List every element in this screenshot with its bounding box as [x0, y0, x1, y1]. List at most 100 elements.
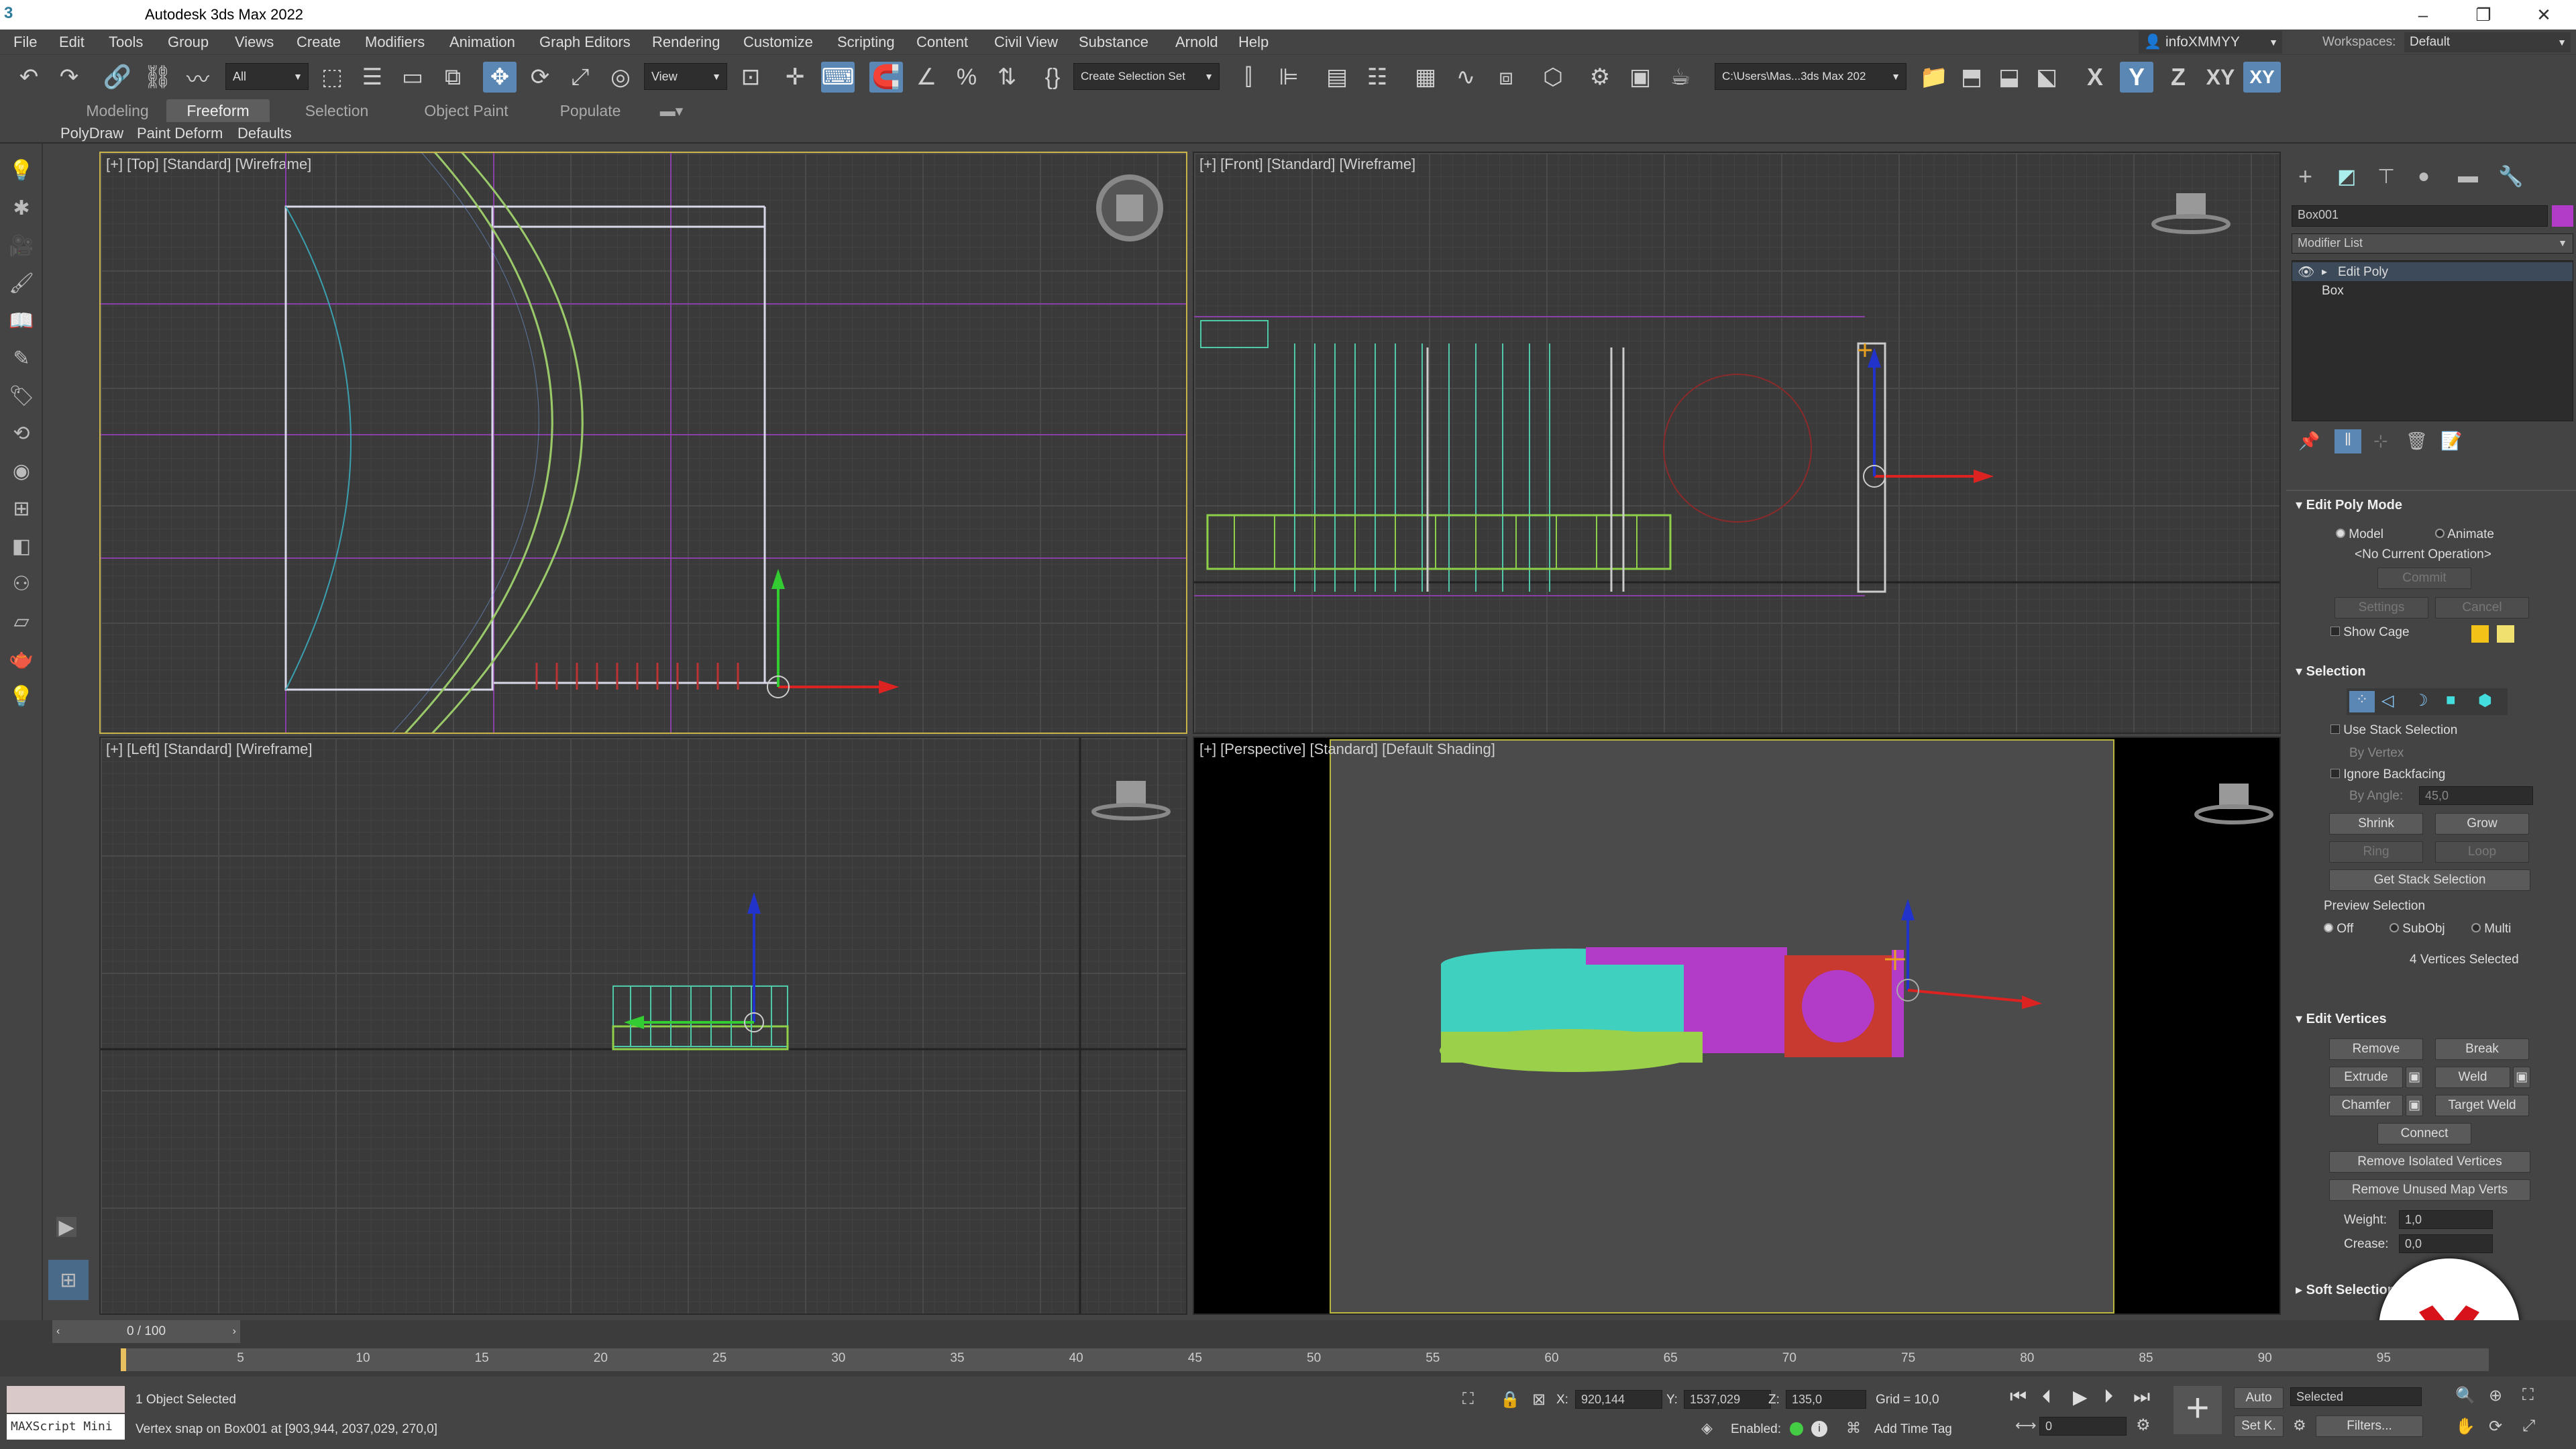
object-color-swatch[interactable] — [2552, 205, 2573, 227]
chevron-left-icon[interactable]: ‹ — [56, 1320, 60, 1343]
bind-spacewarp-icon[interactable]: 〰 — [181, 62, 215, 93]
tab-object-paint[interactable]: Object Paint — [409, 99, 523, 122]
show-end-result-icon[interactable]: ‖ — [2334, 429, 2361, 453]
menu-content[interactable]: Content — [916, 30, 968, 55]
menu-arnold[interactable]: Arnold — [1175, 30, 1218, 55]
camera-icon[interactable]: 🎥 — [5, 229, 38, 262]
rectangular-selection-icon[interactable]: ▭ — [396, 62, 429, 93]
remove-button[interactable]: Remove — [2329, 1038, 2423, 1060]
extrude-settings-icon[interactable]: ▣ — [2406, 1067, 2423, 1088]
layer-explorer-icon[interactable]: ☷ — [1360, 62, 1394, 93]
time-marker[interactable] — [121, 1348, 126, 1371]
angle-spinner[interactable]: 45,0 — [2419, 786, 2533, 805]
modify-tab-icon[interactable]: ◩ — [2337, 165, 2356, 189]
animate-radio[interactable]: Animate — [2435, 527, 2494, 542]
polygon-mode-icon[interactable]: ■ — [2446, 691, 2456, 710]
remove-isolated-vertices-button[interactable]: Remove Isolated Vertices — [2329, 1151, 2530, 1173]
axis-z-button[interactable]: Z — [2161, 62, 2195, 93]
maxscript-mini-input[interactable]: MAXScript Mini — [7, 1414, 125, 1440]
extrude-button[interactable]: Extrude — [2329, 1067, 2403, 1088]
time-configuration-icon[interactable]: ⚙ — [2136, 1415, 2151, 1435]
maximize-viewport-icon[interactable]: ⤢ — [2522, 1417, 2535, 1436]
workspace-dropdown[interactable]: Default ▼ — [2404, 32, 2571, 52]
cage-color-swatch[interactable] — [2471, 625, 2489, 643]
menu-substance[interactable]: Substance — [1079, 30, 1148, 55]
add-time-tag-button[interactable]: Add Time Tag — [1874, 1422, 1952, 1437]
x-coordinate-field[interactable]: 920,144 — [1575, 1390, 1662, 1409]
go-to-start-icon[interactable]: ⏮ — [2010, 1386, 2027, 1408]
user-account-dropdown[interactable]: 👤 infoXMMYY ▼ — [2139, 31, 2282, 54]
teapot-icon[interactable]: 🫖 — [5, 643, 38, 675]
ribbon-options-icon[interactable]: ▬▾ — [655, 99, 688, 122]
get-stack-selection-button[interactable]: Get Stack Selection — [2329, 869, 2530, 891]
preview-subobj-radio[interactable]: SubObj — [2390, 922, 2445, 936]
break-button[interactable]: Break — [2435, 1038, 2529, 1060]
stack-item-box[interactable]: Box — [2322, 284, 2344, 299]
enabled-status-dot[interactable] — [1790, 1422, 1803, 1436]
viewport-front[interactable]: [+] [Front] [Standard] [Wireframe] — [1193, 152, 2281, 734]
adaptive-degradation-icon[interactable]: ◈ — [1701, 1419, 1713, 1437]
menu-file[interactable]: File — [13, 30, 37, 55]
angle-snap-icon[interactable]: ∠ — [910, 62, 943, 93]
menu-rendering[interactable]: Rendering — [652, 30, 720, 55]
settings-button[interactable]: Settings — [2334, 597, 2428, 619]
axis-xy-button[interactable]: XY — [2202, 62, 2239, 93]
weight-spinner[interactable]: 1,0 — [2399, 1210, 2493, 1229]
axis-xy-cycle-button[interactable]: XY — [2243, 62, 2281, 93]
percent-snap-icon[interactable]: % — [950, 62, 983, 93]
element-mode-icon[interactable]: ⬢ — [2478, 691, 2492, 710]
remove-modifier-icon[interactable]: 🗑 — [2406, 431, 2428, 451]
group-icon[interactable]: ⚇ — [5, 568, 38, 600]
grow-button[interactable]: Grow — [2435, 813, 2529, 835]
paint-icon[interactable]: 🖌 — [5, 267, 38, 299]
expand-arrow-icon[interactable]: ▸ — [2322, 265, 2327, 278]
named-selection-sets-dropdown[interactable]: Create Selection Set ▼ — [1073, 63, 1220, 90]
rendered-frame-window-icon[interactable]: ▣ — [1623, 62, 1657, 93]
pan-view-icon[interactable]: ✋ — [2455, 1417, 2475, 1436]
menu-customize[interactable]: Customize — [743, 30, 813, 55]
previous-frame-icon[interactable]: ⏴ — [2042, 1386, 2051, 1408]
hierarchy-tab-icon[interactable]: ⊤ — [2377, 165, 2395, 189]
restore-icon[interactable]: ❐ — [2455, 0, 2512, 30]
play-icon[interactable]: ▶ — [2073, 1386, 2088, 1408]
shrink-button[interactable]: Shrink — [2329, 813, 2423, 835]
layer-select-icon[interactable]: ⬕ — [2030, 62, 2063, 93]
link-icon[interactable]: 🔗 — [101, 62, 134, 93]
remove-unused-map-verts-button[interactable]: Remove Unused Map Verts — [2329, 1179, 2530, 1201]
key-mode-icon[interactable]: ⟷ — [2015, 1417, 2037, 1434]
project-folder-icon[interactable]: 📁 — [1917, 62, 1951, 93]
selection-header[interactable]: ▾ Selection — [2296, 663, 2366, 680]
cage-selected-color-swatch[interactable] — [2497, 625, 2514, 643]
rotate-view-icon[interactable]: ⟲ — [5, 417, 38, 449]
maxscript-listener-top[interactable] — [7, 1386, 125, 1413]
cancel-button[interactable]: Cancel — [2435, 597, 2529, 619]
set-key-button[interactable]: Set K. — [2234, 1415, 2284, 1437]
chamfer-settings-icon[interactable]: ▣ — [2406, 1095, 2423, 1116]
go-to-end-icon[interactable]: ⏭ — [2133, 1386, 2150, 1408]
display-tab-icon[interactable]: ▬ — [2458, 165, 2478, 188]
create-light-icon[interactable]: 💡 — [5, 154, 38, 186]
curve-editor-icon[interactable]: ∿ — [1449, 62, 1483, 93]
brush-icon[interactable]: ✎ — [5, 342, 38, 374]
auto-key-button[interactable]: Auto — [2234, 1387, 2284, 1409]
redo-icon[interactable]: ↷ — [52, 62, 86, 93]
frame-icon[interactable]: ▱ — [5, 605, 38, 637]
window-crossing-icon[interactable]: ⧉ — [436, 62, 470, 93]
select-and-rotate-icon[interactable]: ⟳ — [523, 62, 557, 93]
menu-scripting[interactable]: Scripting — [837, 30, 895, 55]
menu-views[interactable]: Views — [235, 30, 274, 55]
preview-multi-radio[interactable]: Multi — [2471, 922, 2511, 936]
zoom-all-icon[interactable]: ⊕ — [2489, 1386, 2502, 1405]
play-expand-icon[interactable]: ▶ — [56, 1216, 76, 1238]
zoom-icon[interactable]: 🔍 — [2455, 1386, 2475, 1405]
layer-add-icon[interactable]: ⬒ — [1955, 62, 1988, 93]
zoom-extents-icon[interactable]: ⛶ — [2522, 1386, 2534, 1405]
subtab-defaults[interactable]: Defaults — [237, 123, 292, 144]
keyboard-shortcut-override-icon[interactable]: ⌨ — [821, 62, 855, 93]
next-frame-icon[interactable]: ⏵ — [2104, 1386, 2113, 1408]
tab-populate[interactable]: Populate — [537, 99, 644, 122]
viewport-layout-icon[interactable]: ⊞ — [48, 1260, 89, 1300]
subtab-paint-deform[interactable]: Paint Deform — [137, 123, 223, 144]
edit-poly-mode-header[interactable]: ▾ Edit Poly Mode — [2296, 496, 2402, 513]
use-stack-selection-checkbox[interactable]: Use Stack Selection — [2330, 723, 2457, 738]
